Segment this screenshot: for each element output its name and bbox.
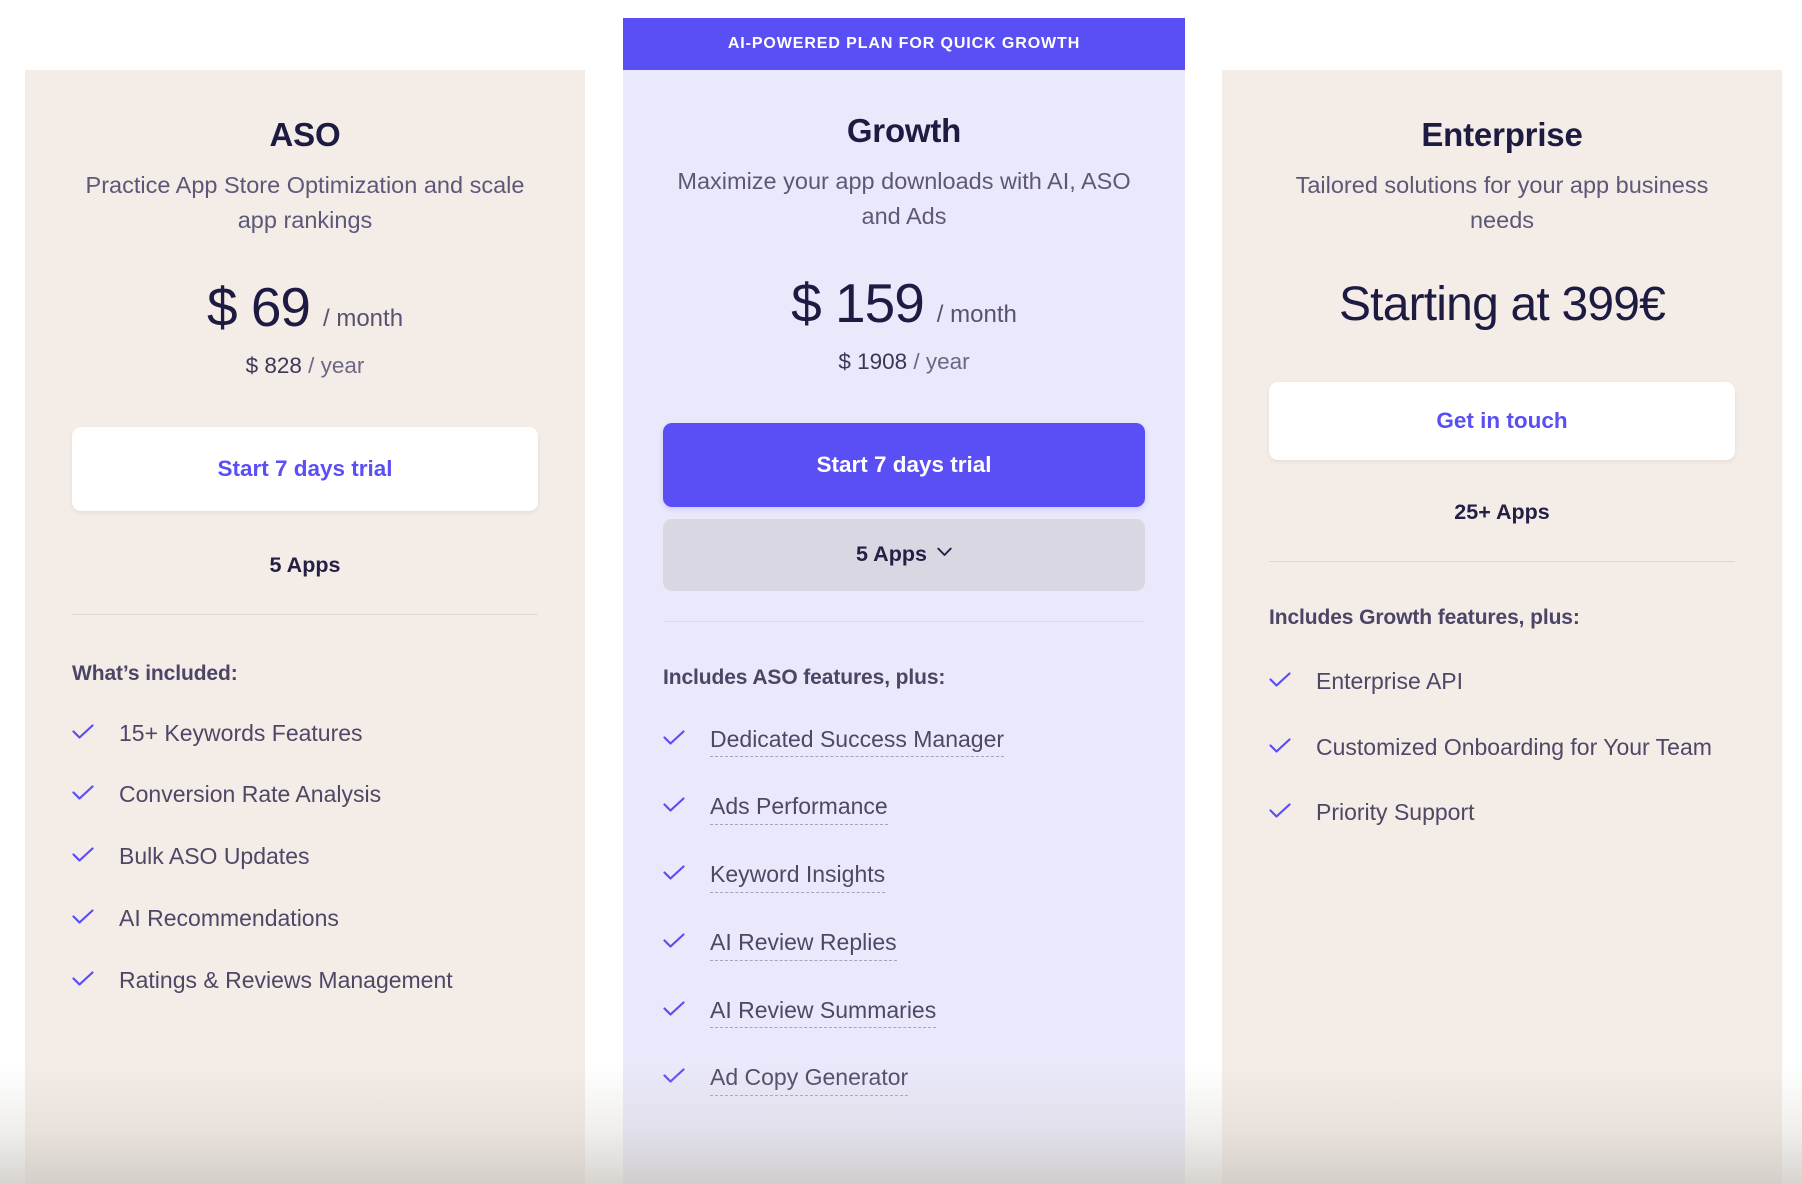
plan-card-enterprise: Enterprise Tailored solutions for your a… [1222, 70, 1782, 1184]
price-period-growth: / month [936, 300, 1017, 328]
check-icon [663, 933, 685, 949]
pricing-cards: ASO Practice App Store Optimization and … [0, 0, 1802, 1184]
feature-label[interactable]: Ad Copy Generator [710, 1063, 909, 1097]
feature-item[interactable]: Ads Performance [663, 792, 1145, 826]
plan-card-growth: AI-POWERED PLAN FOR QUICK GROWTH Growth … [623, 18, 1185, 1184]
check-icon [72, 847, 94, 863]
pricing-page: ASO Practice App Store Optimization and … [0, 0, 1802, 1184]
plan-price-aso: $ 69 / month [72, 275, 538, 338]
check-icon [1269, 738, 1291, 754]
apps-count-select-growth[interactable]: 5 Apps [663, 518, 1145, 591]
price-year-amount-aso: $ 828 [245, 352, 302, 378]
feature-label[interactable]: Ads Performance [710, 792, 888, 826]
feature-item[interactable]: AI Review Replies [663, 928, 1145, 961]
feature-item: Enterprise API [1269, 667, 1735, 696]
plan-card-aso: ASO Practice App Store Optimization and … [25, 70, 585, 1184]
check-icon [1269, 672, 1291, 688]
price-amount-aso: $ 69 [206, 275, 311, 338]
divider-aso [72, 613, 538, 615]
feature-label[interactable]: AI Review Replies [710, 928, 897, 961]
chevron-down-icon[interactable] [937, 547, 952, 562]
feature-item: Ratings & Reviews Management [72, 966, 538, 995]
included-title-aso: What’s included: [72, 661, 238, 685]
start-trial-button-growth[interactable]: Start 7 days trial [663, 422, 1145, 507]
feature-label[interactable]: Dedicated Success Manager [710, 725, 1005, 758]
check-icon [72, 970, 94, 987]
feature-label: Enterprise API [1316, 667, 1464, 694]
feature-item: Conversion Rate Analysis [72, 780, 538, 809]
check-icon [663, 729, 685, 746]
feature-item[interactable]: Keyword Insights [663, 860, 1145, 893]
included-title-enterprise: Includes Growth features, plus: [1269, 605, 1580, 629]
price-year-period-growth: / year [913, 348, 970, 374]
plan-title-aso: ASO [269, 116, 341, 153]
plan-description-growth: Maximize your app downloads with AI, ASO… [677, 168, 1131, 229]
feature-item[interactable]: Dedicated Success Manager [663, 725, 1145, 758]
price-amount-growth: $ 159 [791, 271, 925, 334]
feature-label: 15+ Keywords Features [119, 719, 363, 746]
get-in-touch-button[interactable]: Get in touch [1269, 381, 1735, 460]
plan-title-enterprise: Enterprise [1421, 116, 1583, 153]
price-year-period-aso: / year [308, 352, 365, 378]
check-icon [663, 797, 685, 813]
price-yearly-growth: $ 1908 / year [663, 349, 1145, 375]
check-icon [72, 723, 94, 740]
feature-label: Conversion Rate Analysis [119, 781, 382, 808]
feature-list-growth: Dedicated Success Manager Ads Performanc… [663, 725, 1145, 1097]
price-custom-enterprise: Starting at 399€ [1338, 277, 1666, 331]
feature-label: Priority Support [1316, 799, 1475, 826]
divider-enterprise [1269, 560, 1735, 562]
feature-label: AI Recommendations [119, 904, 339, 931]
feature-list-enterprise: Enterprise API Customized Onboarding for… [1269, 667, 1735, 827]
apps-count-label-growth: 5 Apps [856, 542, 927, 567]
feature-item[interactable]: Ad Copy Generator [663, 1063, 1145, 1097]
check-icon [1269, 803, 1291, 819]
feature-list-aso: 15+ Keywords Features Conversion Rate An… [72, 719, 538, 995]
feature-item: Customized Onboarding for Your Team [1269, 733, 1735, 762]
included-title-growth: Includes ASO features, plus: [663, 665, 946, 689]
plan-description-enterprise: Tailored solutions for your app business… [1295, 172, 1709, 233]
price-yearly-aso: $ 828 / year [72, 353, 538, 379]
plan-ribbon-growth: AI-POWERED PLAN FOR QUICK GROWTH [623, 18, 1185, 70]
start-trial-button-aso[interactable]: Start 7 days trial [72, 426, 538, 511]
check-icon [72, 909, 94, 925]
feature-item: Priority Support [1269, 798, 1735, 827]
check-icon [663, 865, 685, 881]
plan-title-growth: Growth [846, 112, 962, 149]
apps-count-aso: 5 Apps [269, 552, 341, 577]
plan-price-growth: $ 159 / month [663, 271, 1145, 334]
feature-label: Ratings & Reviews Management [119, 966, 453, 993]
feature-label[interactable]: AI Review Summaries [710, 996, 937, 1029]
feature-item: AI Recommendations [72, 904, 538, 933]
feature-item: Bulk ASO Updates [72, 842, 538, 871]
check-icon [663, 1000, 685, 1017]
check-icon [663, 1068, 685, 1084]
feature-label: Customized Onboarding for Your Team [1316, 733, 1712, 760]
plan-description-aso: Practice App Store Optimization and scal… [85, 172, 525, 233]
price-period-aso: / month [323, 304, 404, 332]
price-year-amount-growth: $ 1908 [838, 348, 908, 374]
apps-count-enterprise: 25+ Apps [1454, 499, 1550, 524]
divider-growth [663, 620, 1145, 622]
feature-item[interactable]: AI Review Summaries [663, 996, 1145, 1029]
check-icon [72, 785, 94, 801]
feature-item: 15+ Keywords Features [72, 719, 538, 748]
feature-label: Bulk ASO Updates [119, 843, 310, 870]
feature-label[interactable]: Keyword Insights [710, 860, 886, 893]
